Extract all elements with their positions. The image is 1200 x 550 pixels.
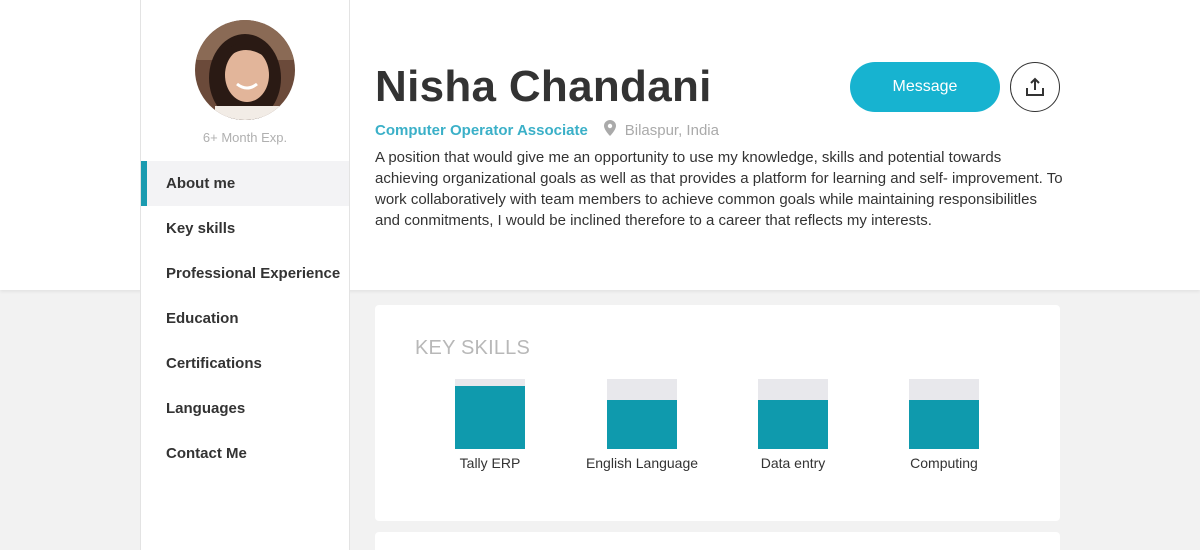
sidebar-item-contact-me[interactable]: Contact Me [141,431,349,476]
skill-item: Tally ERP [420,379,560,471]
sidebar-item-label: Education [166,310,239,327]
sidebar-item-label: Contact Me [166,445,247,462]
profile-name: Nisha Chandani [375,62,712,111]
role-location-line: Computer Operator Associate Bilaspur, In… [375,120,719,140]
skill-bar [607,379,677,449]
skill-bar [758,379,828,449]
sidebar-item-label: Languages [166,400,246,417]
sidebar-item-key-skills[interactable]: Key skills [141,206,349,251]
sidebar-item-about-me[interactable]: About me [141,161,349,206]
location-pin-icon [604,120,617,141]
share-upload-icon [1026,77,1044,96]
sidebar-item-languages[interactable]: Languages [141,386,349,431]
skill-bar-fill [758,400,828,449]
share-button[interactable] [1010,62,1060,112]
sidebar: 6+ Month Exp. About me Key skills Profes… [140,0,350,550]
skill-label: Data entry [760,455,826,471]
message-button[interactable]: Message [850,62,1000,112]
sidebar-item-professional-experience[interactable]: Professional Experience [141,251,349,296]
sidebar-item-label: Key skills [166,220,236,237]
key-skills-title: KEY SKILLS [415,337,531,359]
skill-bar-fill [607,400,677,449]
location-text: Bilaspur, India [624,122,719,139]
experience-label: 6+ Month Exp. [202,130,288,145]
skill-label: English Language [585,455,699,471]
sidebar-nav: About me Key skills Professional Experie… [141,161,349,476]
avatar [195,20,295,120]
skill-bar-fill [909,400,979,449]
skill-item: Computing [874,379,1014,471]
skill-item: Data entry [723,379,863,471]
job-title: Computer Operator Associate [375,122,588,139]
sidebar-item-education[interactable]: Education [141,296,349,341]
skill-bar [909,379,979,449]
sidebar-item-label: Professional Experience [166,265,341,282]
profile-bio: A position that would give me an opportu… [375,149,1063,229]
skill-bar-fill [455,386,525,449]
sidebar-item-label: Certifications [166,355,262,372]
sidebar-item-label: About me [166,175,236,192]
skill-label: Tally ERP [459,455,521,471]
next-section-card [375,532,1060,550]
skill-label: Computing [910,455,978,471]
skill-item: English Language [572,379,712,471]
key-skills-card: KEY SKILLS Tally ERP English Language Da… [375,305,1060,521]
skill-bar [455,379,525,449]
sidebar-item-certifications[interactable]: Certifications [141,341,349,386]
